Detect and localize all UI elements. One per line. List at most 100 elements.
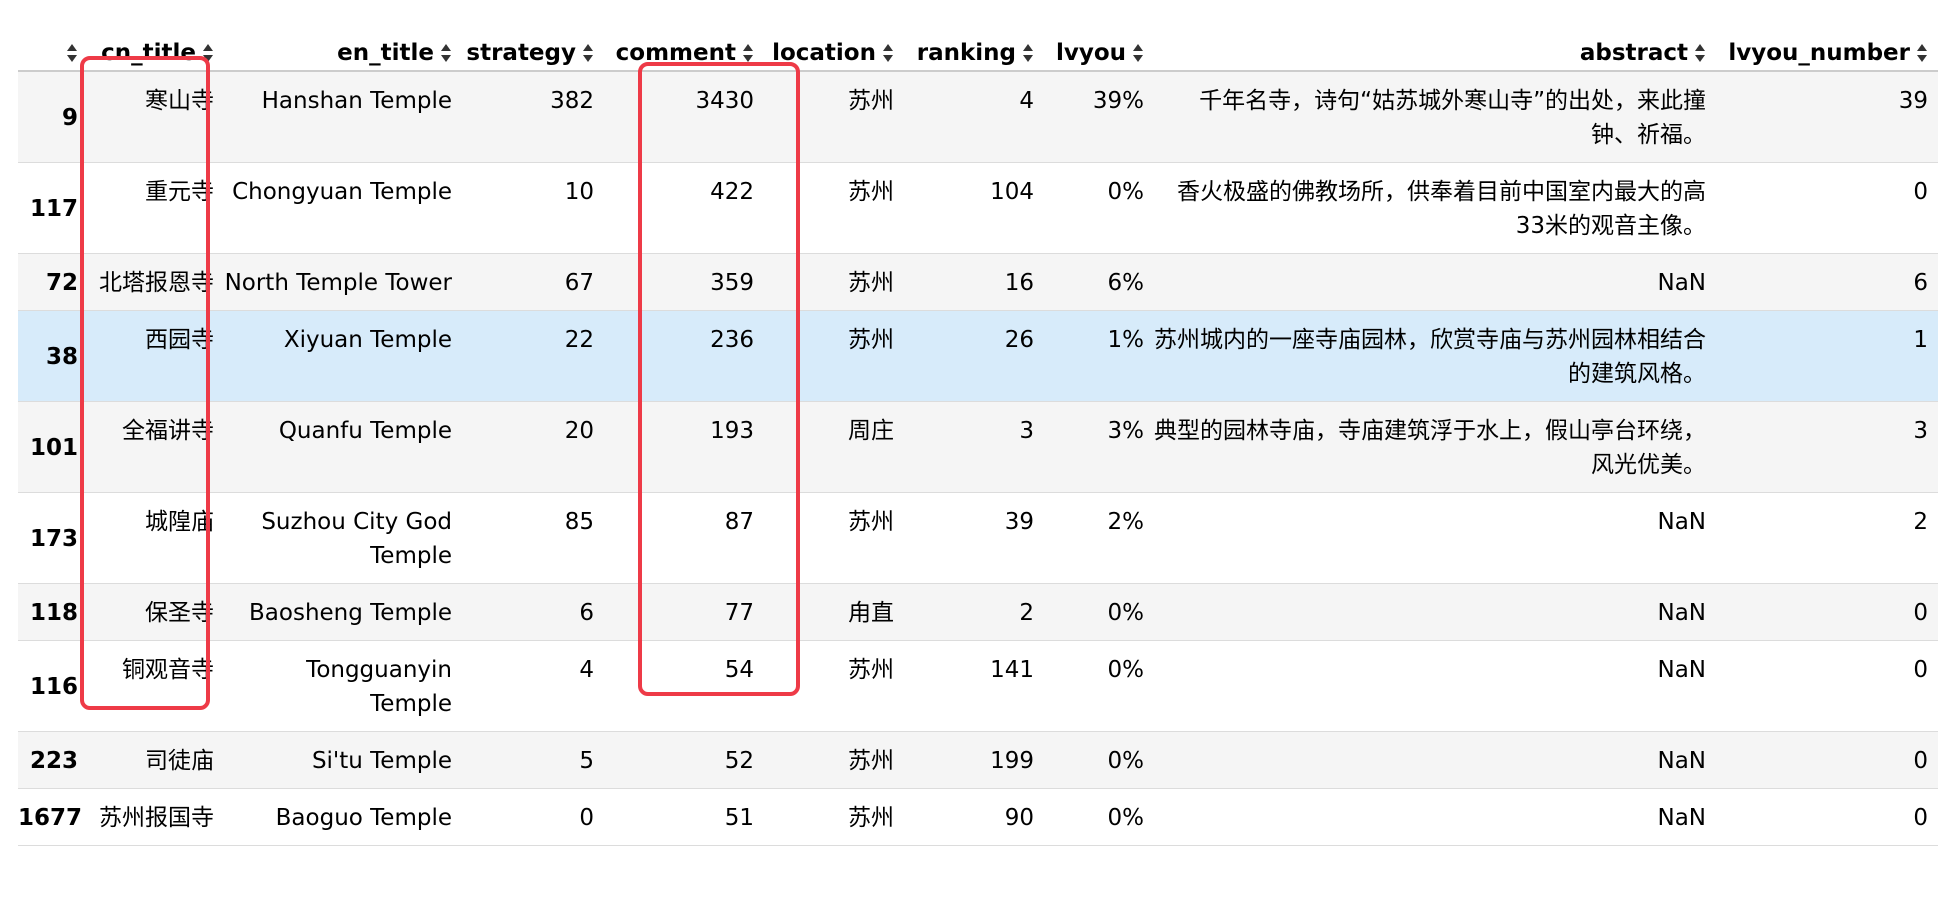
cell-cn-title: 西园寺	[88, 310, 224, 402]
cell-location: 苏州	[764, 731, 904, 789]
cell-location: 甪直	[764, 583, 904, 641]
table-row[interactable]: 9 寒山寺 Hanshan Temple 382 3430 苏州 4 39% 千年名寺，诗句“姑…	[18, 71, 1938, 163]
column-header-location[interactable]: location	[764, 36, 904, 72]
cell-lvyou: 6%	[1044, 253, 1154, 311]
cell-abstract: NaN	[1154, 640, 1716, 732]
column-header-ranking[interactable]: ranking	[904, 36, 1044, 72]
cell-strategy: 22	[462, 310, 604, 402]
table-row[interactable]: 101 全福讲寺 Quanfu Temple 20 193 周庄 3 3% 典型的园林寺庙，寺庙…	[18, 401, 1938, 493]
cell-location: 苏州	[764, 253, 904, 311]
row-index: 116	[18, 640, 88, 732]
sort-arrows-icon[interactable]	[882, 43, 894, 63]
cell-strategy: 10	[462, 162, 604, 254]
row-index: 173	[18, 492, 88, 584]
cell-abstract: 苏州城内的一座寺庙园林，欣赏寺庙与苏州园林相结合的建筑风格。	[1154, 310, 1716, 402]
column-header-label: comment	[615, 40, 736, 66]
cell-lvyou-number: 0	[1716, 640, 1938, 732]
dataframe-container: cn_title en_title strategy comment location r…	[18, 36, 1938, 846]
cell-strategy: 382	[462, 71, 604, 163]
table-row[interactable]: 38 西园寺 Xiyuan Temple 22 236 苏州 26 1% 苏州城内的一座寺庙园林…	[18, 310, 1938, 402]
table-row[interactable]: 116 铜观音寺 Tongguanyin Temple 4 54 苏州 141 0% NaN 0	[18, 640, 1938, 732]
table-row[interactable]: 223 司徒庙 Si'tu Temple 5 52 苏州 199 0% NaN 0	[18, 731, 1938, 789]
cell-lvyou-number: 1	[1716, 310, 1938, 402]
cell-comment: 422	[604, 162, 764, 254]
sort-arrows-icon[interactable]	[1022, 43, 1034, 63]
sort-arrows-icon[interactable]	[202, 43, 214, 63]
column-header-strategy[interactable]: strategy	[462, 36, 604, 72]
sort-arrows-icon[interactable]	[440, 43, 452, 63]
cell-lvyou: 0%	[1044, 162, 1154, 254]
cell-lvyou: 0%	[1044, 731, 1154, 789]
column-header-en-title[interactable]: en_title	[224, 36, 462, 72]
cell-strategy: 4	[462, 640, 604, 732]
cell-ranking: 3	[904, 401, 1044, 493]
table-row[interactable]: 72 北塔报恩寺 North Temple Tower 67 359 苏州 16 6% NaN 6	[18, 253, 1938, 311]
cell-en-title: Quanfu Temple	[224, 401, 462, 493]
sort-arrows-icon[interactable]	[1916, 43, 1928, 63]
table-header-row: cn_title en_title strategy comment location r…	[18, 36, 1938, 72]
column-header-lvyou-number[interactable]: lvyou_number	[1716, 36, 1938, 72]
cell-en-title: Baoguo Temple	[224, 788, 462, 846]
cell-location: 苏州	[764, 492, 904, 584]
sort-arrows-icon[interactable]	[1694, 43, 1706, 63]
table-row[interactable]: 117 重元寺 Chongyuan Temple 10 422 苏州 104 0% 香火极盛的佛…	[18, 162, 1938, 254]
cell-lvyou: 0%	[1044, 788, 1154, 846]
row-index: 9	[18, 71, 88, 163]
column-header-cn-title[interactable]: cn_title	[88, 36, 224, 72]
cell-strategy: 85	[462, 492, 604, 584]
cell-cn-title: 保圣寺	[88, 583, 224, 641]
cell-abstract: 典型的园林寺庙，寺庙建筑浮于水上，假山亭台环绕，风光优美。	[1154, 401, 1716, 493]
column-header-abstract[interactable]: abstract	[1154, 36, 1716, 72]
table-body: 9 寒山寺 Hanshan Temple 382 3430 苏州 4 39% 千年名寺，诗句“姑…	[18, 71, 1938, 846]
row-index: 223	[18, 731, 88, 789]
cell-lvyou-number: 0	[1716, 162, 1938, 254]
sort-arrows-icon[interactable]	[1132, 43, 1144, 63]
sort-arrows-icon[interactable]	[66, 43, 78, 63]
table-row[interactable]: 118 保圣寺 Baosheng Temple 6 77 甪直 2 0% NaN 0	[18, 583, 1938, 641]
cell-ranking: 39	[904, 492, 1044, 584]
cell-ranking: 199	[904, 731, 1044, 789]
cell-lvyou-number: 0	[1716, 731, 1938, 789]
cell-en-title: Xiyuan Temple	[224, 310, 462, 402]
cell-lvyou: 2%	[1044, 492, 1154, 584]
cell-comment: 236	[604, 310, 764, 402]
cell-abstract: 香火极盛的佛教场所，供奉着目前中国室内最大的高33米的观音主像。	[1154, 162, 1716, 254]
dataframe-table: cn_title en_title strategy comment location r…	[18, 36, 1938, 846]
table-row[interactable]: 1677 苏州报国寺 Baoguo Temple 0 51 苏州 90 0% NaN 0	[18, 788, 1938, 846]
sort-arrows-icon[interactable]	[742, 43, 754, 63]
column-header-lvyou[interactable]: lvyou	[1044, 36, 1154, 72]
column-header-label: location	[772, 40, 876, 66]
sort-arrows-icon[interactable]	[582, 43, 594, 63]
row-index: 118	[18, 583, 88, 641]
cell-comment: 87	[604, 492, 764, 584]
column-header-label: lvyou_number	[1728, 40, 1910, 66]
cell-en-title: Baosheng Temple	[224, 583, 462, 641]
cell-lvyou-number: 39	[1716, 71, 1938, 163]
cell-cn-title: 全福讲寺	[88, 401, 224, 493]
column-header-label: en_title	[337, 40, 434, 66]
cell-cn-title: 重元寺	[88, 162, 224, 254]
cell-lvyou-number: 6	[1716, 253, 1938, 311]
column-header-label: ranking	[916, 40, 1016, 66]
cell-comment: 51	[604, 788, 764, 846]
cell-lvyou-number: 3	[1716, 401, 1938, 493]
table-row[interactable]: 173 城隍庙 Suzhou City God Temple 85 87 苏州 39 2% Na…	[18, 492, 1938, 584]
cell-ranking: 141	[904, 640, 1044, 732]
column-header-comment[interactable]: comment	[604, 36, 764, 72]
row-index: 101	[18, 401, 88, 493]
cell-strategy: 67	[462, 253, 604, 311]
cell-strategy: 0	[462, 788, 604, 846]
cell-en-title: Si'tu Temple	[224, 731, 462, 789]
column-header-label: lvyou	[1055, 40, 1126, 66]
cell-ranking: 16	[904, 253, 1044, 311]
column-header-index[interactable]	[18, 36, 88, 72]
cell-abstract: NaN	[1154, 788, 1716, 846]
cell-comment: 3430	[604, 71, 764, 163]
cell-cn-title: 寒山寺	[88, 71, 224, 163]
cell-strategy: 20	[462, 401, 604, 493]
cell-location: 苏州	[764, 71, 904, 163]
cell-abstract: NaN	[1154, 492, 1716, 584]
column-header-label: cn_title	[101, 40, 196, 66]
column-header-label: abstract	[1579, 40, 1688, 66]
cell-lvyou-number: 0	[1716, 583, 1938, 641]
